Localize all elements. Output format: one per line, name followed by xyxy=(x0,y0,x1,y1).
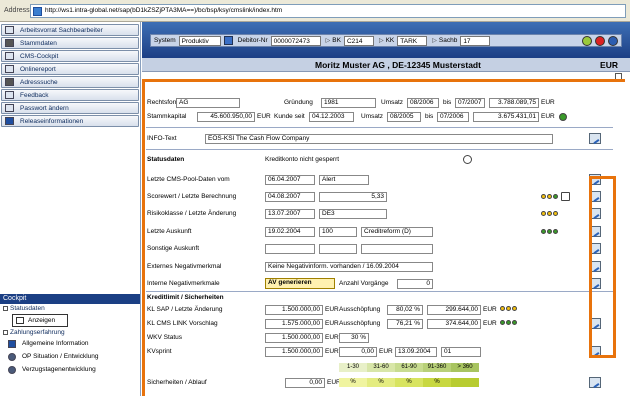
customer-name: Moritz Muster AG , DE-12345 Musterstadt xyxy=(315,60,481,70)
sidebar-item-feedback[interactable]: Feedback xyxy=(1,89,139,101)
edit-icon[interactable] xyxy=(589,377,601,388)
sidebar-item-cms-cockpit[interactable]: CMS-Cockpit xyxy=(1,50,139,62)
info-icon xyxy=(5,117,14,125)
system-select[interactable]: Produktiv xyxy=(178,35,221,46)
edit-icon[interactable] xyxy=(589,133,601,144)
gruendung-field: 1981 xyxy=(321,98,376,108)
tree-item-op-situation[interactable]: OP Situation / Entwicklung xyxy=(0,350,140,363)
selection-row: System Produktiv Debitor-Nr 0000072473 ▷… xyxy=(150,34,622,47)
address-bar: Address http://ws1.intra-global.net/sap(… xyxy=(0,0,630,22)
sidebar-item-arbeitsvorrat[interactable]: Arbeitsvorrat Sachbearbeiter xyxy=(1,24,139,36)
collapse-icon xyxy=(3,330,8,335)
tree-statusdaten[interactable]: Statusdaten xyxy=(0,304,140,313)
arrow-icon: ▷ xyxy=(325,38,331,44)
arrow-icon: ▷ xyxy=(432,38,437,44)
chevron-down-icon[interactable] xyxy=(223,36,233,45)
currency: EUR xyxy=(600,60,618,70)
sidebar-item-release[interactable]: Releaseinformationen xyxy=(1,115,139,127)
chart-icon[interactable] xyxy=(561,192,570,201)
customer-panel: Rechtsform AG Gründung 1981 Umsatz 08/20… xyxy=(142,79,625,396)
tree-item-verzugstage[interactable]: Verzugstagenentwicklung xyxy=(0,363,140,376)
umsatz1-from: 08/2006 xyxy=(407,98,439,108)
umsatz1-value: 3.788.089,75 xyxy=(489,98,539,108)
kunde-seit-field: 04.12.2003 xyxy=(309,112,354,122)
sachb-input[interactable]: 17 xyxy=(460,35,491,46)
umsatz2-to: 07/2006 xyxy=(437,112,469,122)
search-icon[interactable] xyxy=(608,35,618,46)
people-icon xyxy=(8,352,16,361)
view-icon xyxy=(16,317,24,324)
info-text-field: EOS-KSI The Cash Flow Company xyxy=(205,134,553,144)
anzeigen-button[interactable]: Anzeigen xyxy=(12,314,68,327)
window-icon xyxy=(5,52,14,60)
debitor-input[interactable]: 0000072473 xyxy=(270,35,321,46)
url-text[interactable]: http://ws1.intra-global.net/sap(bD1kZSZj… xyxy=(45,7,282,14)
url-field[interactable]: http://ws1.intra-global.net/sap(bD1kZSZj… xyxy=(30,4,626,18)
customer-header: Moritz Muster AG , DE-12345 Musterstadt … xyxy=(142,58,630,72)
umsatz2-from: 08/2005 xyxy=(387,112,421,122)
section-kreditlimit: Kreditlimit / Sicherheiten xyxy=(147,294,224,301)
report-icon xyxy=(5,65,14,73)
refresh-icon[interactable] xyxy=(463,155,472,164)
anzahl-field: 0 xyxy=(397,279,433,289)
people-icon xyxy=(5,39,14,47)
tree-zahlungserfahrung[interactable]: Zahlungserfahrung xyxy=(0,328,140,337)
check-icon xyxy=(559,113,567,121)
av-generieren-button[interactable]: AV generieren xyxy=(265,278,335,289)
sidebar-item-passwort[interactable]: Passwort ändern xyxy=(1,102,139,114)
sidebar-item-onlinereport[interactable]: Onlinereport xyxy=(1,63,139,75)
tree-item-allgemein[interactable]: Allgemeine Information xyxy=(0,337,140,350)
kreditkonto-status: Kreditkonto nicht gesperrt xyxy=(265,156,340,163)
rechtsform-field: AG xyxy=(176,98,240,108)
info-icon xyxy=(8,339,16,348)
main-area: System Produktiv Debitor-Nr 0000072473 ▷… xyxy=(142,22,630,396)
umsatz1-to: 07/2007 xyxy=(455,98,485,108)
feedback-icon xyxy=(5,91,14,99)
stammkapital-field: 45.600.950,00 xyxy=(197,112,255,122)
arrow-icon: ▷ xyxy=(378,38,384,44)
worklist-icon xyxy=(5,26,14,34)
address-label: Address xyxy=(4,7,30,14)
sidebar-item-stammdaten[interactable]: Stammdaten xyxy=(1,37,139,49)
kk-input[interactable]: TARK xyxy=(397,35,428,46)
check-icon[interactable] xyxy=(582,35,592,46)
sidebar: Arbeitsvorrat Sachbearbeiter Stammdaten … xyxy=(0,22,141,396)
bk-input[interactable]: C214 xyxy=(343,35,374,46)
section-statusdaten: Statusdaten xyxy=(147,156,185,163)
edit-column-highlight xyxy=(589,176,616,358)
sidebar-item-adresssuche[interactable]: Adresssuche xyxy=(1,76,139,88)
umsatz2-value: 3.675.431,01 xyxy=(473,112,539,122)
pencil-icon xyxy=(5,104,14,112)
cancel-icon[interactable] xyxy=(595,35,605,46)
search-icon xyxy=(5,78,14,86)
cockpit-title: Cockpit xyxy=(0,294,140,304)
collapse-icon xyxy=(3,306,8,311)
page-icon xyxy=(33,7,42,16)
top-toolbar: System Produktiv Debitor-Nr 0000072473 ▷… xyxy=(142,22,630,58)
people-icon xyxy=(8,365,16,374)
